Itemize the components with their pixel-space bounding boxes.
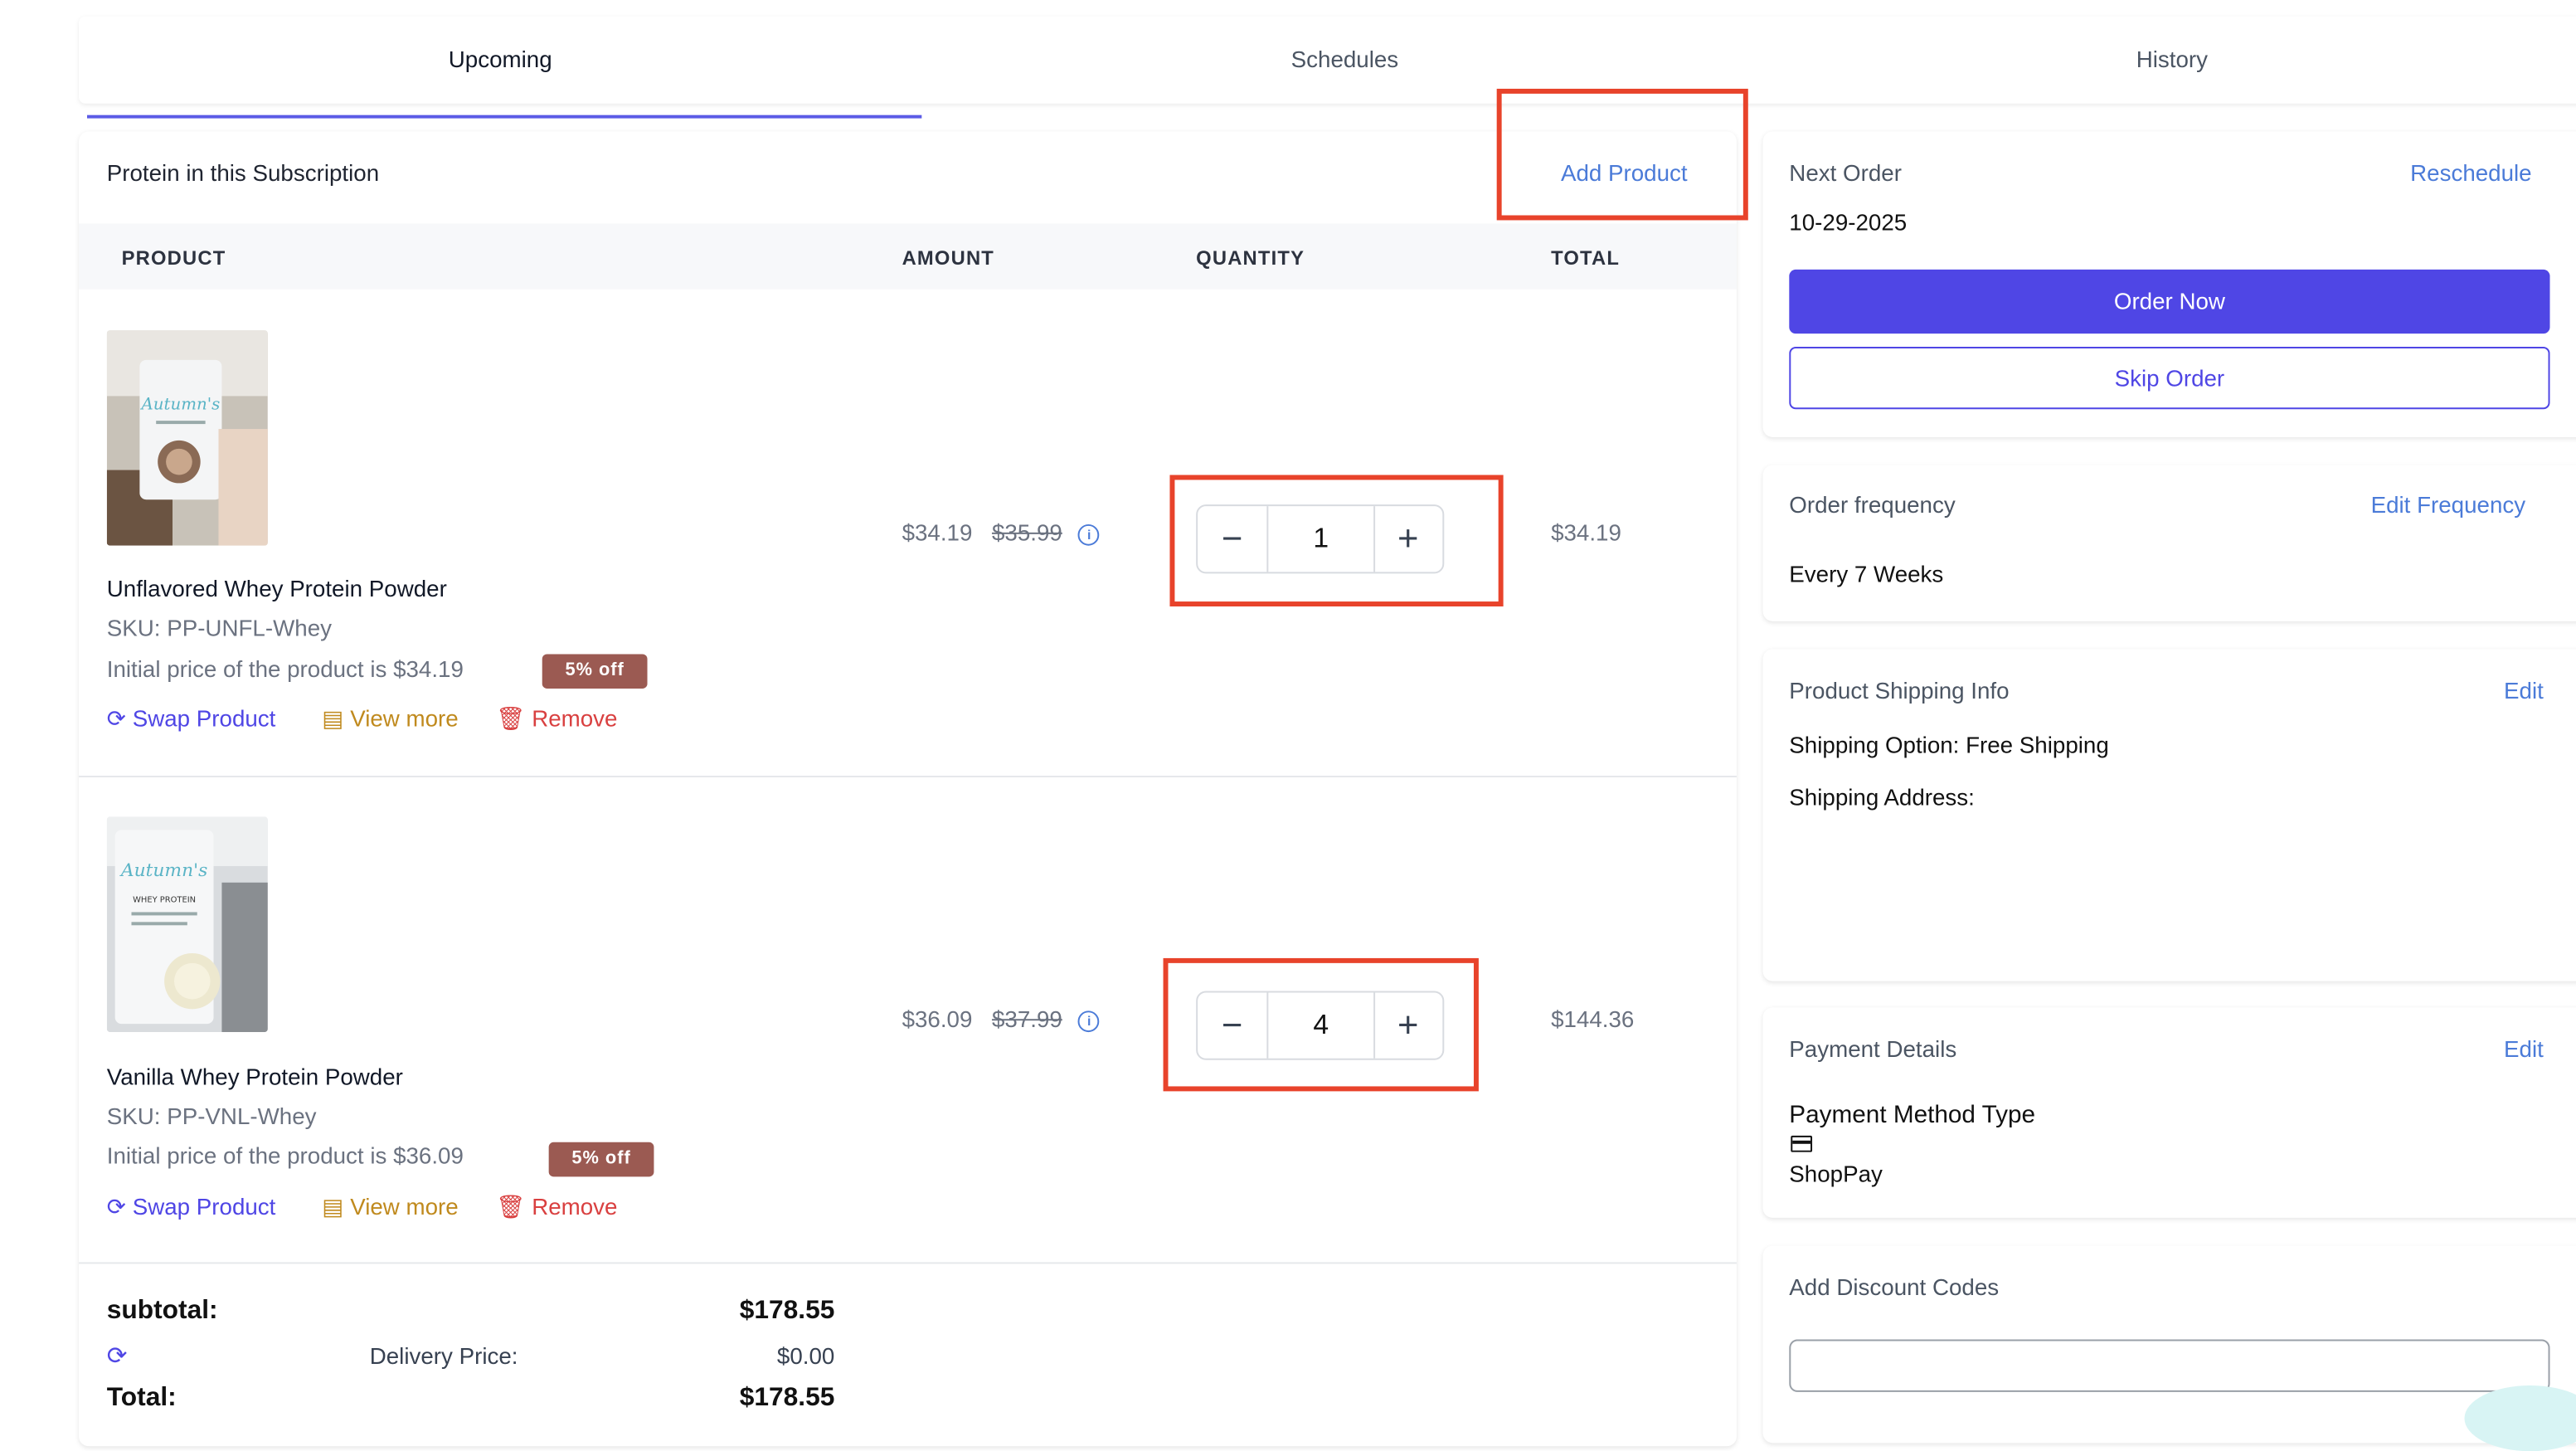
highlight-box-quantity-1 [1169, 475, 1503, 606]
column-header-product: PRODUCT [122, 246, 226, 270]
highlight-box-add-product [1497, 89, 1748, 220]
total-cell: $144.36 [1551, 1005, 1634, 1032]
delivery-price-value: $0.00 [625, 1342, 835, 1369]
edit-shipping-link[interactable]: Edit [2504, 677, 2544, 704]
sale-price: $36.09 [902, 1005, 973, 1032]
document-icon: ▤ [322, 705, 343, 732]
product-image-unflavored[interactable]: Autumn's [107, 330, 268, 546]
info-icon[interactable]: i [1078, 1010, 1100, 1032]
payment-method-value: ShopPay [1789, 1161, 1883, 1187]
refresh-icon[interactable]: ⟳ [107, 1341, 128, 1371]
svg-text:Autumn's: Autumn's [139, 394, 220, 413]
order-frequency-label: Order frequency [1789, 491, 1955, 518]
shipping-info-label: Product Shipping Info [1789, 677, 2009, 704]
tab-upcoming[interactable]: Upcoming [79, 17, 921, 104]
next-order-date: 10-29-2025 [1789, 209, 1907, 236]
column-header-amount: AMOUNT [902, 246, 994, 270]
subtotal-label: subtotal: [107, 1297, 218, 1327]
column-header-quantity: QUANTITY [1196, 246, 1305, 270]
payment-details-label: Payment Details [1789, 1035, 1956, 1062]
remove-button[interactable]: 🗑 Remove [496, 705, 617, 733]
subscription-title: Protein in this Subscription [107, 159, 379, 186]
swap-product-button[interactable]: ⟳ Swap Product [107, 1193, 276, 1221]
skip-order-button[interactable]: Skip Order [1789, 347, 2549, 409]
subtotal-value: $178.55 [625, 1297, 835, 1327]
total-cell: $34.19 [1551, 519, 1621, 546]
trash-icon: 🗑 [496, 1193, 525, 1220]
total-label: Total: [107, 1384, 177, 1414]
amount-cell: $34.19 $35.99 i [902, 519, 1101, 546]
swap-icon: ⟳ [107, 1193, 126, 1220]
column-header-total: TOTAL [1551, 246, 1620, 270]
tab-bar: Upcoming Schedules History [79, 17, 2576, 104]
swap-product-label: Swap Product [133, 1193, 276, 1220]
discount-code-input[interactable] [1789, 1340, 2549, 1392]
remove-label: Remove [532, 1193, 617, 1220]
edit-payment-link[interactable]: Edit [2504, 1035, 2544, 1062]
next-order-label: Next Order [1789, 159, 1902, 186]
product-name: Unflavored Whey Protein Powder [107, 575, 447, 601]
credit-card-icon [1791, 1136, 1812, 1152]
svg-text:WHEY PROTEIN: WHEY PROTEIN [133, 896, 196, 905]
total-value: $178.55 [625, 1384, 835, 1414]
order-frequency-card [1763, 465, 2576, 621]
row-divider [79, 1262, 1737, 1264]
info-icon[interactable]: i [1078, 524, 1100, 546]
shipping-address-label: Shipping Address: [1789, 784, 1975, 811]
original-price: $35.99 [992, 519, 1062, 546]
row-divider [79, 776, 1737, 777]
view-more-label: View more [350, 705, 459, 732]
view-more-button[interactable]: ▤ View more [322, 705, 458, 733]
shipping-option: Shipping Option: Free Shipping [1789, 732, 2108, 758]
view-more-label: View more [350, 1193, 459, 1220]
tab-history[interactable]: History [1768, 17, 2576, 104]
discount-codes-label: Add Discount Codes [1789, 1273, 1999, 1300]
product-name: Vanilla Whey Protein Powder [107, 1064, 403, 1090]
swap-product-label: Swap Product [133, 705, 276, 732]
delivery-price-label: Delivery Price: [370, 1342, 518, 1369]
swap-product-button[interactable]: ⟳ Swap Product [107, 705, 276, 733]
remove-label: Remove [532, 705, 617, 732]
swap-icon: ⟳ [107, 705, 126, 732]
remove-button[interactable]: 🗑 Remove [496, 1193, 617, 1221]
discount-badge: 5% off [542, 654, 648, 689]
order-now-button[interactable]: Order Now [1789, 270, 2549, 334]
view-more-button[interactable]: ▤ View more [322, 1193, 458, 1221]
original-price: $37.99 [992, 1005, 1062, 1032]
active-tab-indicator [87, 115, 921, 119]
product-image-vanilla[interactable]: Autumn's WHEY PROTEIN [107, 817, 268, 1033]
discount-badge: 5% off [549, 1142, 654, 1177]
initial-price-text: Initial price of the product is $34.19 [107, 655, 464, 682]
reschedule-link[interactable]: Reschedule [2410, 159, 2531, 186]
product-sku: SKU: PP-UNFL-Whey [107, 615, 332, 641]
product-sku: SKU: PP-VNL-Whey [107, 1103, 317, 1129]
frequency-value: Every 7 Weeks [1789, 561, 1943, 587]
highlight-box-quantity-2 [1164, 958, 1479, 1091]
trash-icon: 🗑 [496, 705, 525, 732]
edit-frequency-link[interactable]: Edit Frequency [2371, 491, 2526, 518]
document-icon: ▤ [322, 1193, 343, 1220]
sale-price: $34.19 [902, 519, 973, 546]
payment-method-type-label: Payment Method Type [1789, 1101, 2035, 1129]
initial-price-text: Initial price of the product is $36.09 [107, 1142, 464, 1169]
svg-text:Autumn's: Autumn's [119, 860, 207, 881]
subscription-products-card [79, 131, 1737, 1446]
amount-cell: $36.09 $37.99 i [902, 1005, 1101, 1032]
